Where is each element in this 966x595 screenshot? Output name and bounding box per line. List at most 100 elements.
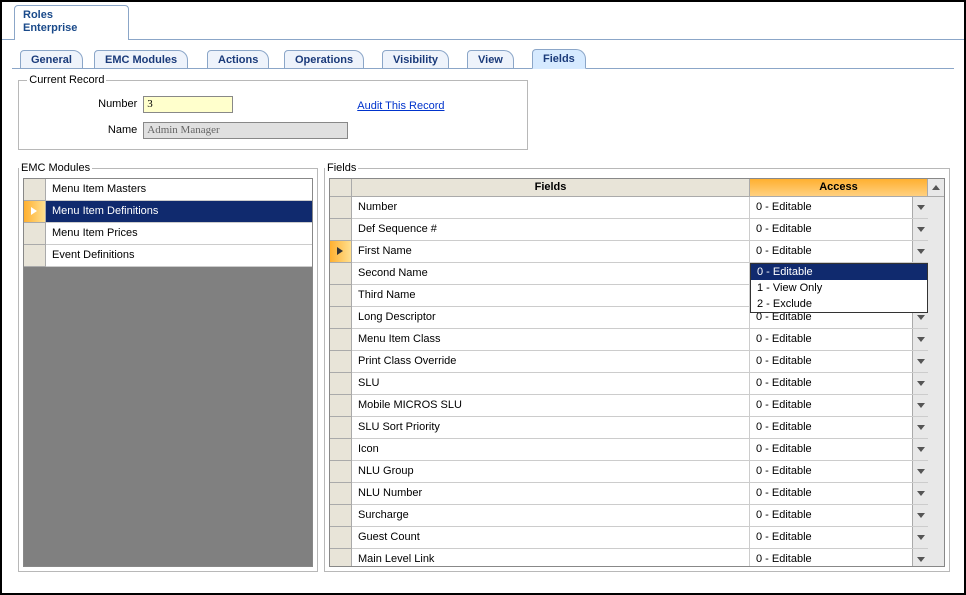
access-cell[interactable]: 0 - Editable bbox=[750, 351, 928, 373]
access-dropdown[interactable]: 0 - Editable1 - View Only2 - Exclude bbox=[750, 263, 928, 313]
current-record-legend: Current Record bbox=[27, 74, 106, 86]
chevron-down-icon bbox=[917, 403, 925, 408]
chevron-down-icon bbox=[917, 535, 925, 540]
dropdown-button[interactable] bbox=[912, 197, 928, 218]
access-cell[interactable]: 0 - Editable bbox=[750, 241, 928, 263]
fields-legend: Fields bbox=[325, 162, 358, 174]
tab-roles-enterprise[interactable]: Roles Enterprise bbox=[14, 5, 129, 40]
field-name-cell: Guest Count bbox=[352, 527, 750, 549]
field-name-cell: Third Name bbox=[352, 285, 750, 307]
access-cell[interactable]: 0 - Editable bbox=[750, 373, 928, 395]
name-label: Name bbox=[27, 124, 137, 136]
tab-visibility[interactable]: Visibility bbox=[382, 50, 449, 69]
dropdown-button[interactable] bbox=[912, 395, 928, 416]
current-record-group: Current Record Number Name Audit This Re… bbox=[18, 74, 528, 150]
dropdown-button[interactable] bbox=[912, 329, 928, 350]
access-cell[interactable]: 0 - Editable bbox=[750, 461, 928, 483]
field-name-cell: Icon bbox=[352, 439, 750, 461]
list-item[interactable]: Menu Item Definitions bbox=[24, 201, 312, 223]
field-name-cell: Surcharge bbox=[352, 505, 750, 527]
dropdown-button[interactable] bbox=[912, 505, 928, 526]
table-row[interactable]: SLU0 - Editable bbox=[330, 373, 944, 395]
chevron-down-icon bbox=[917, 359, 925, 364]
emc-modules-legend: EMC Modules bbox=[19, 162, 92, 174]
field-name-cell: Main Level Link bbox=[352, 549, 750, 566]
table-row[interactable]: Icon0 - Editable bbox=[330, 439, 944, 461]
field-name-cell: Def Sequence # bbox=[352, 219, 750, 241]
chevron-up-icon bbox=[932, 185, 940, 190]
chevron-down-icon bbox=[917, 381, 925, 386]
chevron-down-icon bbox=[917, 491, 925, 496]
access-cell[interactable]: 0 - Editable bbox=[750, 197, 928, 219]
table-row[interactable]: SLU Sort Priority0 - Editable bbox=[330, 417, 944, 439]
tab-view[interactable]: View bbox=[467, 50, 514, 69]
chevron-down-icon bbox=[917, 557, 925, 562]
chevron-down-icon bbox=[917, 469, 925, 474]
field-name-cell: Print Class Override bbox=[352, 351, 750, 373]
col-access[interactable]: Access bbox=[750, 179, 928, 197]
number-field[interactable] bbox=[143, 96, 233, 113]
fields-group: Fields Fields Access Number0 - EditableD… bbox=[324, 162, 950, 572]
table-row[interactable]: Guest Count0 - Editable bbox=[330, 527, 944, 549]
access-cell[interactable]: 0 - Editable bbox=[750, 417, 928, 439]
field-name-cell: Second Name bbox=[352, 263, 750, 285]
scroll-up-button[interactable] bbox=[928, 179, 944, 197]
dropdown-button[interactable] bbox=[912, 241, 928, 262]
audit-link[interactable]: Audit This Record bbox=[357, 100, 444, 112]
access-cell[interactable]: 0 - Editable bbox=[750, 219, 928, 241]
access-cell[interactable]: 0 - Editable bbox=[750, 329, 928, 351]
dropdown-option[interactable]: 1 - View Only bbox=[751, 280, 927, 296]
dropdown-button[interactable] bbox=[912, 527, 928, 548]
table-row[interactable]: Second Name0 - Editable1 - View Only2 - … bbox=[330, 263, 944, 285]
table-row[interactable]: First Name0 - Editable bbox=[330, 241, 944, 263]
dropdown-button[interactable] bbox=[912, 549, 928, 566]
dropdown-button[interactable] bbox=[912, 417, 928, 438]
chevron-down-icon bbox=[917, 315, 925, 320]
table-row[interactable]: Number0 - Editable bbox=[330, 197, 944, 219]
tab-operations[interactable]: Operations bbox=[284, 50, 364, 69]
access-cell[interactable]: 0 - Editable bbox=[750, 549, 928, 566]
table-row[interactable]: NLU Group0 - Editable bbox=[330, 461, 944, 483]
access-cell[interactable]: 0 - Editable bbox=[750, 439, 928, 461]
chevron-down-icon bbox=[917, 513, 925, 518]
list-item[interactable]: Event Definitions bbox=[24, 245, 312, 267]
list-item[interactable]: Menu Item Prices bbox=[24, 223, 312, 245]
row-marker-icon bbox=[337, 247, 343, 255]
dropdown-option[interactable]: 2 - Exclude bbox=[751, 296, 927, 312]
dropdown-button[interactable] bbox=[912, 483, 928, 504]
table-row[interactable]: Menu Item Class0 - Editable bbox=[330, 329, 944, 351]
table-row[interactable]: Surcharge0 - Editable bbox=[330, 505, 944, 527]
chevron-down-icon bbox=[917, 227, 925, 232]
tab-label-line1: Roles bbox=[23, 9, 120, 22]
table-row[interactable]: Mobile MICROS SLU0 - Editable bbox=[330, 395, 944, 417]
dropdown-button[interactable] bbox=[912, 461, 928, 482]
dropdown-option[interactable]: 0 - Editable bbox=[751, 264, 927, 280]
chevron-down-icon bbox=[917, 425, 925, 430]
field-name-cell: SLU bbox=[352, 373, 750, 395]
field-name-cell: NLU Group bbox=[352, 461, 750, 483]
chevron-down-icon bbox=[917, 337, 925, 342]
dropdown-button[interactable] bbox=[912, 219, 928, 240]
access-cell[interactable]: 0 - Editable bbox=[750, 527, 928, 549]
chevron-down-icon bbox=[917, 447, 925, 452]
tab-fields[interactable]: Fields bbox=[532, 49, 586, 69]
table-corner bbox=[330, 179, 352, 197]
table-row[interactable]: NLU Number0 - Editable bbox=[330, 483, 944, 505]
dropdown-button[interactable] bbox=[912, 439, 928, 460]
access-cell[interactable]: 0 - Editable bbox=[750, 483, 928, 505]
table-row[interactable]: Main Level Link0 - Editable bbox=[330, 549, 944, 566]
row-marker-icon bbox=[31, 207, 37, 215]
field-name-cell: Long Descriptor bbox=[352, 307, 750, 329]
tab-actions[interactable]: Actions bbox=[207, 50, 269, 69]
table-row[interactable]: Print Class Override0 - Editable bbox=[330, 351, 944, 373]
col-fields[interactable]: Fields bbox=[352, 179, 750, 197]
table-row[interactable]: Def Sequence #0 - Editable bbox=[330, 219, 944, 241]
list-item[interactable]: Menu Item Masters bbox=[24, 179, 312, 201]
tab-emc-modules[interactable]: EMC Modules bbox=[94, 50, 188, 69]
access-cell[interactable]: 0 - Editable bbox=[750, 505, 928, 527]
dropdown-button[interactable] bbox=[912, 373, 928, 394]
dropdown-button[interactable] bbox=[912, 351, 928, 372]
access-cell[interactable]: 0 - Editable bbox=[750, 395, 928, 417]
tab-general[interactable]: General bbox=[20, 50, 83, 69]
chevron-down-icon bbox=[917, 249, 925, 254]
